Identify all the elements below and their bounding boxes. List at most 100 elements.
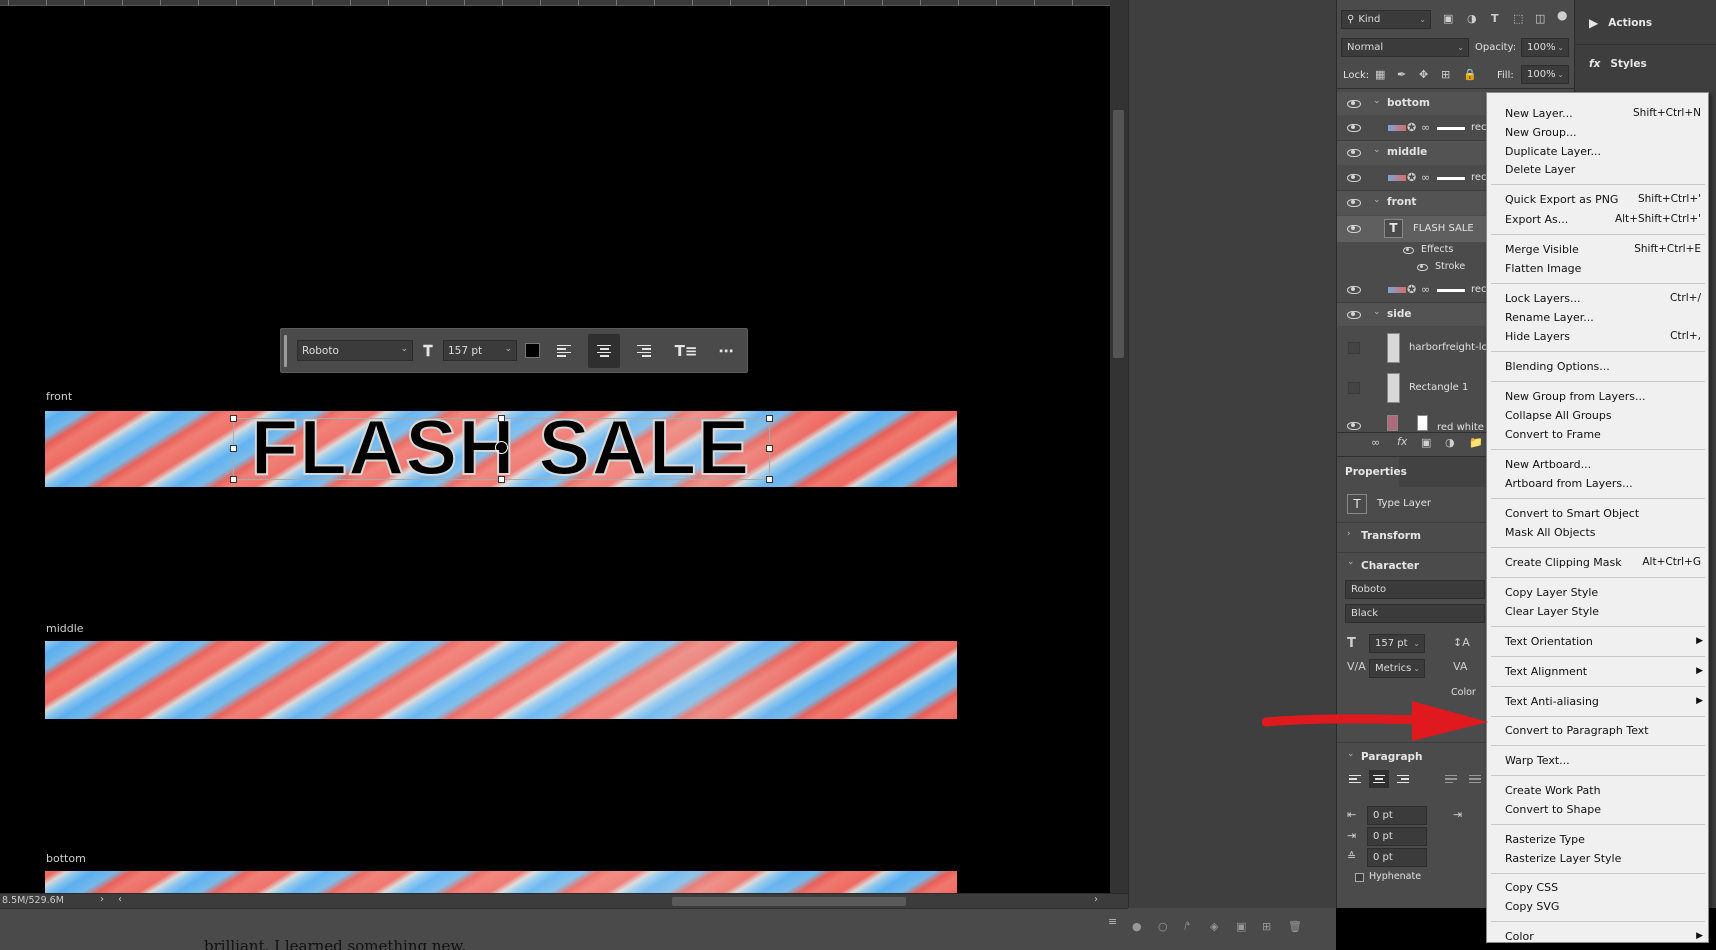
menu-item-convert-to-shape[interactable]: Convert to Shape — [1505, 801, 1701, 817]
filter-adjustment-icon[interactable]: ◑ — [1467, 12, 1477, 25]
scroll-left-icon[interactable]: ‹ — [118, 894, 122, 905]
para-align-right-button[interactable] — [1393, 770, 1413, 788]
transform-handle[interactable] — [230, 445, 237, 452]
transform-handle[interactable] — [766, 445, 773, 452]
layer-name[interactable]: harborfreight-log — [1409, 342, 1494, 353]
filter-shape-icon[interactable]: ⬚ — [1513, 12, 1523, 25]
lock-position-icon[interactable]: ✥ — [1419, 68, 1428, 81]
eye-icon[interactable] — [1347, 174, 1361, 182]
transform-handle[interactable] — [498, 476, 505, 483]
eye-icon[interactable] — [1347, 199, 1361, 207]
stroke-path-icon[interactable]: ○ — [1158, 920, 1168, 933]
menu-item-blending-options[interactable]: Blending Options... — [1505, 358, 1701, 374]
menu-item-quick-export-as-png[interactable]: Quick Export as PNG Shift+Ctrl+' — [1505, 191, 1701, 207]
work-path-icon[interactable]: ◈ — [1210, 920, 1218, 933]
font-size-select[interactable]: 157 pt ⌄ — [443, 340, 517, 361]
align-center-button[interactable] — [588, 333, 620, 368]
eye-icon[interactable] — [1403, 247, 1414, 254]
new-group-icon[interactable]: 📁 — [1469, 436, 1483, 449]
link-layers-icon[interactable]: ∞ — [1371, 436, 1380, 449]
effects-label[interactable]: Effects — [1421, 244, 1453, 255]
menu-item-warp-text[interactable]: Warp Text... — [1505, 752, 1701, 768]
menu-item-rasterize-type[interactable]: Rasterize Type — [1505, 831, 1701, 847]
indent-left-input[interactable]: 0 pt — [1367, 806, 1427, 825]
text-color-swatch[interactable] — [525, 343, 540, 358]
actions-panel-button[interactable]: ▶ Actions — [1589, 16, 1652, 30]
vertical-scrollbar[interactable] — [1110, 0, 1128, 893]
menu-item-delete-layer[interactable]: Delete Layer — [1505, 161, 1701, 177]
toolbar-grip[interactable] — [284, 334, 287, 367]
chevron-down-icon[interactable]: ⌄ — [1373, 307, 1381, 317]
horizontal-ruler[interactable] — [0, 0, 1110, 6]
chevron-down-icon[interactable]: ⌄ — [1373, 195, 1381, 205]
type-options-button[interactable]: T≡ — [670, 334, 702, 368]
menu-item-new-layer[interactable]: New Layer... Shift+Ctrl+N — [1505, 105, 1701, 121]
section-transform[interactable]: Transform — [1361, 530, 1421, 542]
filter-pixel-icon[interactable]: ▣ — [1443, 12, 1453, 25]
chevron-down-icon[interactable]: ⌄ — [1347, 557, 1355, 567]
fill-input[interactable]: 100% ⌄ — [1521, 65, 1569, 84]
menu-item-lock-layers[interactable]: Lock Layers... Ctrl+/ — [1505, 290, 1701, 306]
group-name[interactable]: bottom — [1387, 97, 1430, 109]
filter-smart-object-icon[interactable]: ◫ — [1535, 12, 1545, 25]
layer-name[interactable]: rec — [1471, 284, 1487, 295]
load-selection-icon[interactable]: ⭚ — [1184, 920, 1190, 933]
transform-handle[interactable] — [230, 476, 237, 483]
transform-handle[interactable] — [230, 415, 237, 422]
font-family-select[interactable]: Roboto ⌄ — [297, 340, 413, 361]
eye-icon[interactable] — [1347, 100, 1361, 108]
menu-item-convert-to-frame[interactable]: Convert to Frame — [1505, 426, 1701, 442]
chevron-right-icon[interactable]: › — [1347, 529, 1351, 539]
fx-icon[interactable]: fx — [1397, 435, 1407, 448]
menu-item-convert-to-smart-object[interactable]: Convert to Smart Object — [1505, 505, 1701, 521]
menu-item-artboard-from-layers[interactable]: Artboard from Layers... — [1505, 475, 1701, 491]
menu-item-convert-to-paragraph-text[interactable]: Convert to Paragraph Text — [1505, 722, 1701, 738]
eye-icon[interactable] — [1347, 149, 1361, 157]
section-paragraph[interactable]: Paragraph — [1361, 751, 1423, 763]
eye-icon[interactable] — [1347, 311, 1361, 319]
stroke-label[interactable]: Stroke — [1435, 261, 1465, 272]
adjustment-layer-icon[interactable]: ◑ — [1445, 436, 1455, 449]
visibility-toggle[interactable] — [1348, 342, 1360, 354]
menu-item-copy-layer-style[interactable]: Copy Layer Style — [1505, 584, 1701, 600]
doc-size-readout[interactable]: 8.5M/529.6M — [2, 895, 64, 906]
menu-item-mask-all-objects[interactable]: Mask All Objects — [1505, 524, 1701, 540]
lock-transparent-icon[interactable]: ▦ — [1375, 68, 1385, 81]
eye-icon[interactable] — [1347, 124, 1361, 132]
artboard-label-bottom[interactable]: bottom — [46, 852, 86, 865]
menu-item-new-group-from-layers[interactable]: New Group from Layers... — [1505, 388, 1701, 404]
document-canvas[interactable]: front middle bottom FLASH SALE Roboto ⌄ … — [0, 0, 1128, 908]
artboard-label-middle[interactable]: middle — [46, 622, 84, 635]
lock-image-icon[interactable]: ✒ — [1397, 68, 1406, 81]
section-character[interactable]: Character — [1361, 560, 1419, 572]
banner-middle[interactable] — [45, 641, 957, 719]
styles-panel-button[interactable]: fx Styles — [1589, 58, 1647, 70]
eye-icon[interactable] — [1417, 264, 1428, 271]
para-align-center-button[interactable] — [1369, 770, 1389, 788]
group-name[interactable]: front — [1387, 196, 1416, 208]
trash-icon[interactable]: 🗑 — [1288, 920, 1302, 933]
new-path-icon[interactable]: ⊞ — [1262, 920, 1271, 933]
menu-item-create-clipping-mask[interactable]: Create Clipping Mask Alt+Ctrl+G — [1505, 554, 1701, 570]
menu-item-copy-css[interactable]: Copy CSS — [1505, 879, 1701, 895]
blend-mode-select[interactable]: Normal ⌄ — [1341, 38, 1469, 57]
layer-name[interactable]: rec — [1471, 172, 1487, 183]
add-mask-icon[interactable]: ▣ — [1236, 920, 1246, 933]
menu-item-flatten-image[interactable]: Flatten Image — [1505, 260, 1701, 276]
layer-name[interactable]: Rectangle 1 — [1409, 382, 1468, 393]
eye-icon[interactable] — [1347, 286, 1361, 294]
visibility-toggle[interactable] — [1348, 382, 1360, 394]
menu-item-copy-svg[interactable]: Copy SVG — [1505, 898, 1701, 914]
layer-name[interactable]: red white b — [1437, 422, 1493, 432]
transform-handle[interactable] — [498, 415, 505, 422]
menu-item-text-alignment[interactable]: Text Alignment ▶ — [1505, 663, 1703, 679]
chevron-down-icon[interactable]: ⌄ — [1373, 145, 1381, 155]
justify-center-button[interactable] — [1465, 770, 1485, 788]
menu-item-collapse-all-groups[interactable]: Collapse All Groups — [1505, 407, 1701, 423]
align-right-button[interactable] — [628, 334, 660, 368]
space-before-input[interactable]: 0 pt — [1367, 848, 1427, 867]
transform-handle[interactable] — [766, 415, 773, 422]
menu-item-rasterize-layer-style[interactable]: Rasterize Layer Style — [1505, 850, 1701, 866]
justify-left-button[interactable] — [1441, 770, 1461, 788]
more-options-button[interactable]: ⋯ — [710, 334, 742, 368]
